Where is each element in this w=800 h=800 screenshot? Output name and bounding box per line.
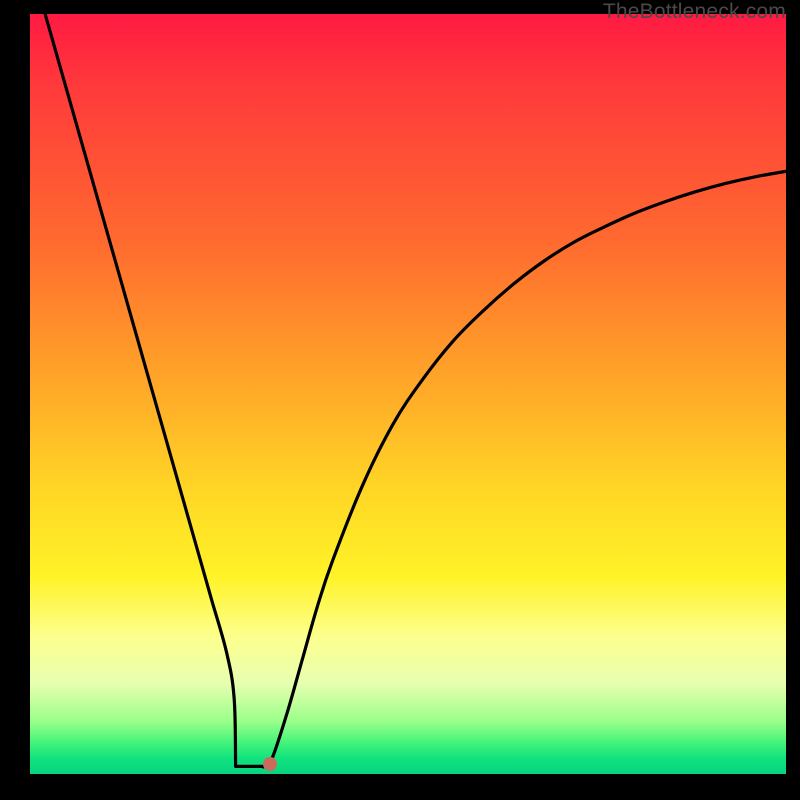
minimum-marker-dot xyxy=(263,757,277,771)
bottleneck-curve-path xyxy=(45,14,786,767)
chart-frame: TheBottleneck.com xyxy=(0,0,800,800)
bottleneck-curve-svg xyxy=(30,14,786,774)
watermark-text: TheBottleneck.com xyxy=(603,0,786,24)
